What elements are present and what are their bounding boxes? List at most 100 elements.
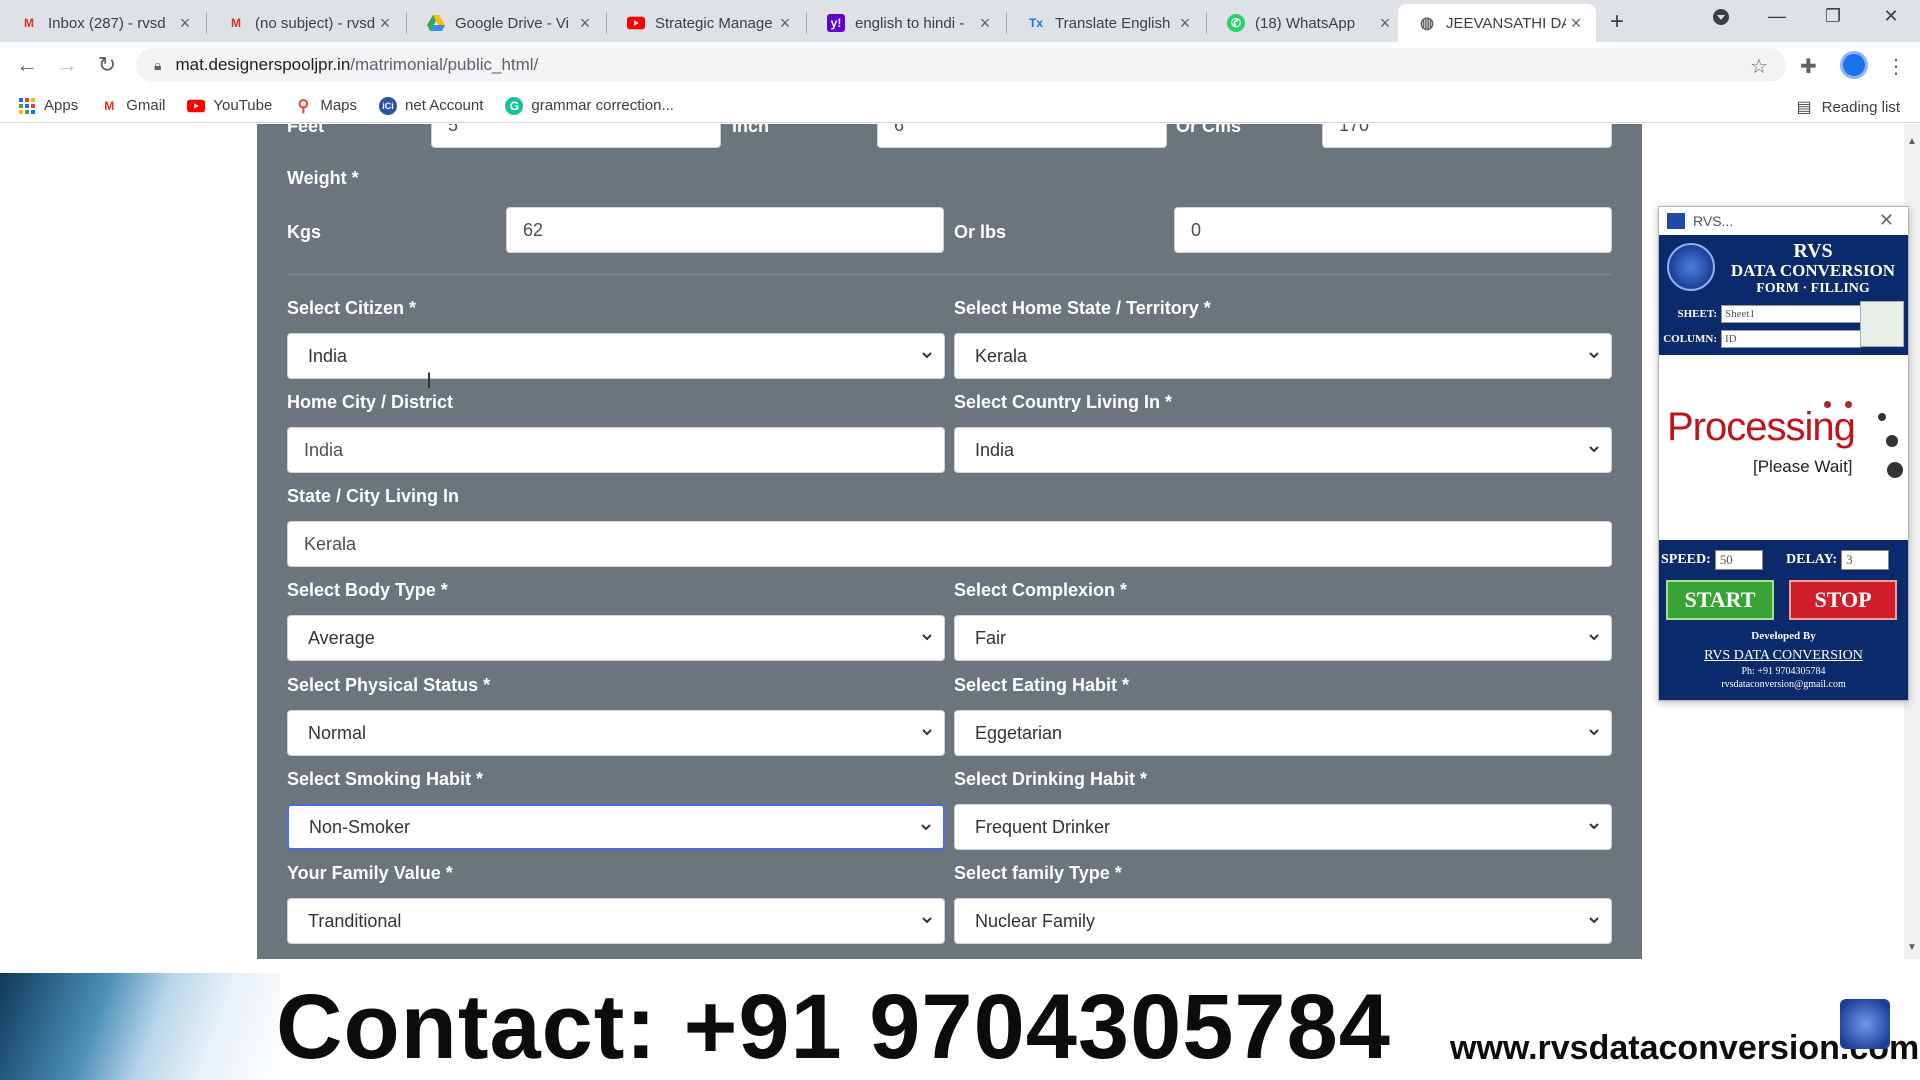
forward-icon[interactable]: → (52, 52, 82, 78)
tab-google-drive[interactable]: Google Drive - Vi × (407, 4, 605, 42)
bookmark-grammar[interactable]: G grammar correction... (505, 96, 674, 115)
close-icon[interactable]: × (575, 13, 595, 34)
bookmark-gmail[interactable]: M Gmail (100, 97, 165, 115)
inch-label: Inch (732, 124, 770, 136)
extensions-icon[interactable]: ✚ (1800, 54, 1817, 79)
bookmark-star-icon[interactable]: ☆ (1750, 54, 1768, 79)
physical-status-select[interactable]: Normal (287, 710, 945, 756)
family-value-select[interactable]: Tranditional (287, 898, 945, 944)
bookmark-youtube[interactable]: YouTube (187, 97, 272, 115)
family-value-label: Your Family Value * (287, 863, 453, 883)
body-type-label: Select Body Type * (287, 580, 448, 600)
delay-spinner[interactable]: 3 (1841, 550, 1890, 570)
browser-toolbar: ← → ↻ 🔒︎ mat.designerspooljpr.in/matrimo… (0, 42, 1920, 89)
smoking-select[interactable]: Non-Smoker (287, 804, 945, 850)
kgs-input[interactable]: 62 (506, 207, 944, 253)
new-tab-button[interactable]: + (1610, 8, 1624, 36)
globe-icon: ◍ (1420, 15, 1434, 32)
tab-english-to-hindi[interactable]: y! english to hindi - × (807, 4, 1005, 42)
maximize-icon[interactable]: ❐ (1818, 6, 1848, 27)
close-icon[interactable]: × (375, 13, 395, 34)
menu-dots-icon[interactable]: ⋮ (1886, 54, 1906, 79)
citizen-select[interactable]: India (287, 333, 945, 379)
developer-link[interactable]: RVS DATA CONVERSION (1659, 648, 1908, 664)
tab-jeevansathi[interactable]: ◍ JEEVANSATHI DA × (1398, 4, 1596, 42)
scroll-down-icon[interactable]: ▼ (1907, 942, 1917, 953)
spinner-dot (1878, 413, 1886, 421)
inch-input[interactable]: 6 (877, 124, 1167, 148)
chevron-down-icon (922, 634, 932, 641)
banner-graphic (0, 973, 280, 1080)
rvs-titlebar[interactable]: RVS... ✕ (1659, 207, 1908, 235)
lock-icon: 🔒︎ (154, 56, 162, 73)
rvs-status-area: Processing [Please Wait] (1659, 355, 1908, 540)
bookmark-apps[interactable]: Apps (18, 97, 78, 115)
body-type-select[interactable]: Average (287, 615, 945, 661)
tab-inbox[interactable]: M Inbox (287) - rvsd × (0, 4, 205, 42)
close-icon[interactable]: × (1375, 13, 1395, 34)
chevron-down-icon (922, 729, 932, 736)
close-icon[interactable]: × (1175, 13, 1195, 34)
reading-list-button[interactable]: ▤ Reading list (1796, 97, 1900, 117)
tab-whatsapp[interactable]: ✆ (18) WhatsApp × (1207, 4, 1405, 42)
tab-translate-english[interactable]: Tx Translate English × (1007, 4, 1205, 42)
text-cursor-icon: I (426, 368, 433, 393)
feet-label: Feet (287, 124, 325, 136)
apps-grid-icon (18, 97, 36, 115)
chevron-down-icon (921, 824, 931, 831)
drinking-select[interactable]: Frequent Drinker (954, 804, 1612, 850)
speed-spinner[interactable]: 50 (1714, 550, 1763, 570)
speed-control: SPEED: 50 (1661, 550, 1763, 570)
maps-pin-icon: ⚲ (297, 97, 310, 115)
tab-strategic-manage[interactable]: Strategic Manage × (607, 4, 805, 42)
section-divider (287, 274, 1612, 275)
please-wait-text: [Please Wait] (1753, 457, 1853, 476)
complexion-select[interactable]: Fair (954, 615, 1612, 661)
excel-icon[interactable] (1860, 301, 1904, 347)
back-icon[interactable]: ← (12, 52, 42, 78)
address-bar[interactable]: 🔒︎ mat.designerspooljpr.in/matrimonial/p… (136, 48, 1786, 82)
bookmarks-bar: Apps M Gmail YouTube ⚲ Maps iCi net Acco… (0, 89, 1920, 123)
profile-avatar[interactable] (1840, 51, 1868, 79)
home-state-select[interactable]: Kerala (954, 333, 1612, 379)
close-icon[interactable]: × (175, 13, 195, 34)
tab-strip: M Inbox (287) - rvsd × M (no subject) - … (0, 0, 1920, 42)
window-close-icon[interactable]: ✕ (1876, 6, 1906, 27)
grammarly-icon: G (505, 96, 524, 115)
spinner-dot (1845, 401, 1852, 408)
country-living-select[interactable]: India (954, 427, 1612, 473)
rvs-sheet-select[interactable]: Sheet1 (1721, 305, 1861, 323)
close-icon[interactable]: × (975, 13, 995, 34)
reload-icon[interactable]: ↻ (92, 52, 122, 78)
drinking-label: Select Drinking Habit * (954, 769, 1148, 789)
rvs-close-icon[interactable]: ✕ (1879, 210, 1894, 231)
home-state-label: Select Home State / Territory * (954, 298, 1211, 318)
bookmark-net-account[interactable]: iCi net Account (379, 96, 483, 115)
contact-number: Contact: +91 9704305784 (276, 976, 1391, 1078)
physical-status-label: Select Physical Status * (287, 675, 491, 695)
minimize-icon[interactable]: — (1762, 6, 1792, 27)
weight-label: Weight * (287, 168, 359, 188)
cms-input[interactable]: 170 (1322, 124, 1612, 148)
tab-search-icon[interactable] (1706, 8, 1736, 31)
url-path: /matrimonial/public_html/ (350, 55, 539, 74)
family-type-select[interactable]: Nuclear Family (954, 898, 1612, 944)
complexion-label: Select Complexion * (954, 580, 1128, 600)
start-button[interactable]: START (1666, 580, 1774, 620)
rvs-sheet-row: SHEET: Sheet1 (1663, 305, 1861, 323)
processing-status: Processing (1667, 405, 1856, 449)
close-icon[interactable]: × (775, 13, 795, 34)
eating-habit-select[interactable]: Eggetarian (954, 710, 1612, 756)
tab-no-subject[interactable]: M (no subject) - rvsd × (207, 4, 405, 42)
bookmark-maps[interactable]: ⚲ Maps (294, 97, 357, 115)
close-icon[interactable]: × (1566, 13, 1586, 34)
home-city-input[interactable]: India (287, 427, 945, 473)
citizen-label: Select Citizen * (287, 298, 417, 318)
rvs-column-select[interactable]: ID (1721, 330, 1861, 348)
scroll-up-icon[interactable]: ▲ (1907, 136, 1917, 147)
state-city-living-input[interactable]: Kerala (287, 521, 1612, 567)
yahoo-icon: y! (827, 14, 845, 32)
feet-input[interactable]: 5 (431, 124, 721, 148)
lbs-input[interactable]: 0 (1174, 207, 1612, 253)
stop-button[interactable]: STOP (1789, 580, 1897, 620)
